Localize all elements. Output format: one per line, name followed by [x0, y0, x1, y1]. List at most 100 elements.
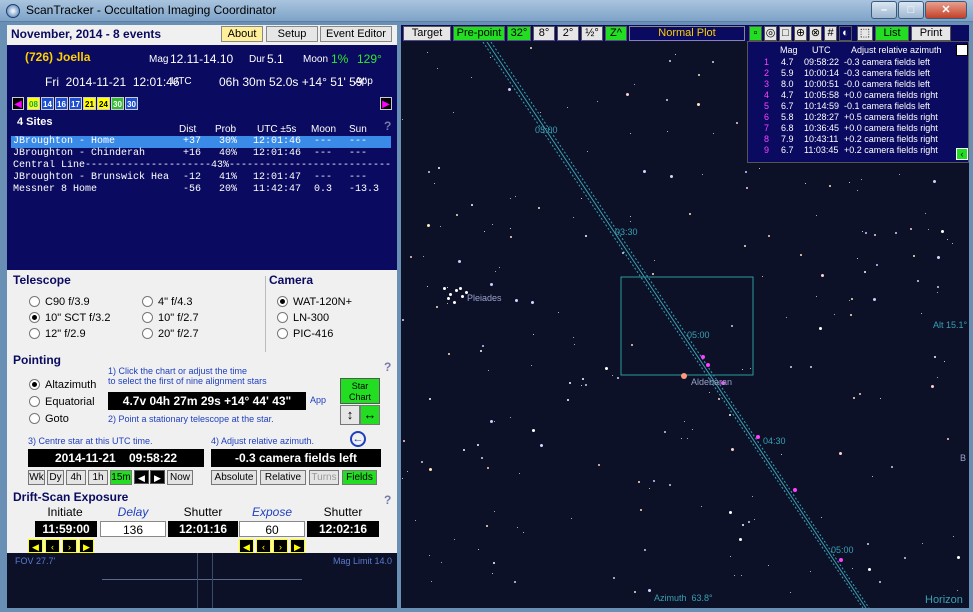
star-mark	[874, 234, 876, 236]
time-now-button[interactable]: Now	[167, 470, 193, 485]
back-arrow-icon[interactable]: ←	[350, 431, 366, 447]
zenith-up-button[interactable]: Z^	[605, 26, 627, 41]
pre-point-button[interactable]: Pre-point	[453, 26, 505, 41]
az-turns-button[interactable]: Turns	[309, 470, 339, 485]
az-relative-button[interactable]: Relative	[260, 470, 306, 485]
time-back-arrow[interactable]: ◀	[134, 470, 149, 484]
alignment-star-row[interactable]: 4 4.7 10:05:58 +0.0 camera fields right	[748, 90, 969, 101]
initiate-fast-forward[interactable]: ▶	[79, 539, 94, 553]
alignment-star-row[interactable]: 8 7.9 10:43:11 +0.2 camera fields right	[748, 134, 969, 145]
target-button[interactable]: Target	[403, 26, 451, 41]
star-chart[interactable]: Target Pre-point 32° 8° 2° ½° Z^ Normal …	[401, 25, 969, 608]
expose-forward[interactable]: ›	[273, 539, 288, 553]
maximize-button[interactable]: □	[898, 1, 924, 19]
day-button-2[interactable]: 16	[55, 97, 68, 110]
zoom-half-button[interactable]: ½°	[581, 26, 603, 41]
day-button-3[interactable]: 17	[69, 97, 82, 110]
delay-input[interactable]: 136	[100, 521, 166, 537]
expose-fast-back[interactable]: ◀	[239, 539, 254, 553]
prev-month-arrow[interactable]: ◀	[12, 97, 24, 110]
az-absolute-button[interactable]: Absolute	[211, 470, 257, 485]
tab-event-editor[interactable]: Event Editor	[320, 26, 392, 42]
select-box-icon[interactable]: ⬚	[857, 26, 873, 41]
star-mark	[670, 175, 673, 178]
alignment-star-row[interactable]: 2 5.9 10:00:14 -0.3 camera fields left	[748, 68, 969, 79]
star-mark	[834, 314, 835, 315]
horizontal-swap-icon[interactable]: ↔	[360, 405, 380, 425]
initiate-fast-back[interactable]: ◀	[28, 539, 43, 553]
time-4h-button[interactable]: 4h	[66, 470, 86, 485]
relative-azimuth-readout[interactable]: -0.3 camera fields left	[211, 449, 381, 467]
time-1h-button[interactable]: 1h	[88, 470, 108, 485]
time-week-button[interactable]: Wk	[28, 470, 45, 485]
day-button-0[interactable]: 08	[27, 97, 40, 110]
mode-goto[interactable]: Goto	[29, 413, 69, 425]
alignment-star-row[interactable]: 1 4.7 09:58:22 -0.3 camera fields left	[748, 57, 969, 68]
day-button-5[interactable]: 24	[97, 97, 110, 110]
square-small-icon[interactable]: ▫	[749, 26, 762, 41]
time-day-button[interactable]: Dy	[47, 470, 64, 485]
next-month-arrow[interactable]: ▶	[380, 97, 392, 110]
square-icon[interactable]: □	[779, 26, 792, 41]
close-button[interactable]: ✕	[925, 1, 967, 19]
list-button[interactable]: List	[875, 26, 909, 41]
align-adjust: +0.0 camera fields right	[844, 90, 938, 100]
grid-icon[interactable]: #	[824, 26, 837, 41]
tab-about[interactable]: About	[221, 26, 263, 42]
day-button-7[interactable]: 30	[125, 97, 138, 110]
close-list-icon[interactable]	[956, 44, 968, 56]
tab-setup[interactable]: Setup	[266, 26, 318, 42]
star-mark	[652, 273, 654, 275]
camera-wat120[interactable]: WAT-120N+	[277, 296, 352, 308]
az-fields-button[interactable]: Fields	[342, 470, 377, 485]
pointing-help-icon[interactable]: ?	[384, 360, 391, 374]
alignment-star-readout[interactable]: 4.7v 04h 27m 29s +14° 44' 43"	[108, 392, 306, 410]
minimize-button[interactable]: –	[871, 1, 897, 19]
vertical-swap-icon[interactable]: ↕	[340, 405, 360, 425]
alignment-star-row[interactable]: 9 6.7 11:03:45 +0.2 camera fields right	[748, 145, 969, 156]
day-button-6[interactable]: 30	[111, 97, 124, 110]
print-button[interactable]: Print	[911, 26, 951, 41]
target-ring-icon[interactable]: ◎	[764, 26, 777, 41]
star-chart-button[interactable]: Star Chart	[340, 378, 380, 404]
collapse-list-icon[interactable]: ‹	[956, 148, 968, 160]
mode-equatorial[interactable]: Equatorial	[29, 396, 95, 408]
star-mark	[857, 190, 858, 191]
help-icon[interactable]: ?	[384, 119, 391, 133]
initiate-forward[interactable]: ›	[62, 539, 77, 553]
zoom-8-button[interactable]: 8°	[533, 26, 555, 41]
camera-ln300[interactable]: LN-300	[277, 312, 329, 324]
camera-pic416[interactable]: PIC-416	[277, 328, 333, 340]
moon-icon[interactable]: ◐	[839, 26, 852, 41]
align-mag: 6.8	[781, 123, 794, 133]
drift-help-icon[interactable]: ?	[384, 493, 391, 507]
expose-input[interactable]: 60	[239, 521, 305, 537]
plot-mode-selector[interactable]: Normal Plot	[629, 26, 745, 41]
day-button-1[interactable]: 14	[41, 97, 54, 110]
expose-fast-forward[interactable]: ▶	[290, 539, 305, 553]
telescope-10in[interactable]: 10" f/2.7	[142, 312, 199, 324]
telescope-c90[interactable]: C90 f/3.9	[29, 296, 90, 308]
crosshair-icon[interactable]: ⊕	[794, 26, 807, 41]
centre-utc-time[interactable]: 2014-11-21 09:58:22	[28, 449, 204, 467]
telescope-20in[interactable]: 20" f/2.7	[142, 328, 199, 340]
telescope-12in[interactable]: 12" f/2.9	[29, 328, 86, 340]
expose-back[interactable]: ‹	[256, 539, 271, 553]
star-mark	[463, 449, 465, 451]
alignment-star-row[interactable]: 5 6.7 10:14:59 -0.1 camera fields left	[748, 101, 969, 112]
time-15m-button[interactable]: 15m	[110, 470, 132, 485]
mode-altazimuth[interactable]: Altazimuth	[29, 379, 96, 391]
time-forward-arrow[interactable]: ▶	[150, 470, 165, 484]
zoom-32-button[interactable]: 32°	[507, 26, 531, 41]
alignment-star-row[interactable]: 3 8.0 10:00:51 -0.0 camera fields left	[748, 79, 969, 90]
alignment-star-row[interactable]: 7 6.8 10:36:45 +0.0 camera fields right	[748, 123, 969, 134]
zoom-2-button[interactable]: 2°	[557, 26, 579, 41]
alignment-star-row[interactable]: 6 5.8 10:28:27 +0.5 camera fields right	[748, 112, 969, 123]
globe-grid-icon[interactable]: ⊗	[809, 26, 822, 41]
initiate-back[interactable]: ‹	[45, 539, 60, 553]
telescope-10in-sct[interactable]: 10" SCT f/3.2	[29, 312, 110, 324]
day-button-4[interactable]: 21	[83, 97, 96, 110]
star-mark	[510, 198, 511, 199]
telescope-4in[interactable]: 4" f/4.3	[142, 296, 192, 308]
star-mark	[492, 573, 493, 574]
